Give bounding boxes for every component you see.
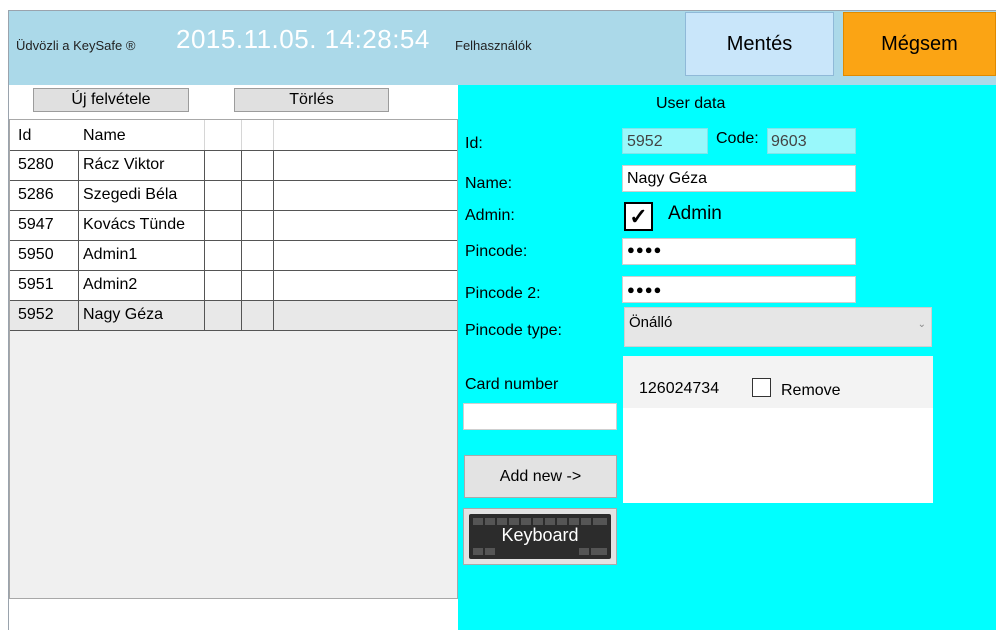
cell-name: Admin1 [83,246,138,263]
pincode-type-value: Önálló [629,314,673,331]
datetime-display: 2015.11.05. 14:28:54 [176,24,430,54]
panel-title: User data [656,95,726,112]
new-user-button[interactable]: Új felvétele [33,88,189,112]
id-label: Id: [465,135,483,152]
checkmark-icon: ✓ [629,203,648,229]
name-field[interactable]: Nagy Géza [622,165,856,192]
cell-id: 5286 [18,186,54,203]
column-divider [273,120,274,150]
table-row[interactable]: 5947 Kovács Tünde [10,210,457,241]
table-row[interactable]: 5286 Szegedi Béla [10,180,457,211]
cell-id: 5951 [18,276,54,293]
card-number-label: Card number [465,376,559,393]
card-number-value: 126024734 [639,380,720,397]
cell-id: 5950 [18,246,54,263]
column-divider [241,120,242,150]
pincode-field[interactable]: ●●●● [622,238,856,265]
cell-id: 5952 [18,306,54,323]
section-title: Felhasználók [455,38,532,53]
table-row[interactable]: 5951 Admin2 [10,270,457,301]
cell-name: Szegedi Béla [83,186,178,203]
pintype-label: Pincode type: [465,322,562,339]
column-header-id[interactable]: Id [18,127,31,145]
table-row[interactable]: 5280 Rácz Viktor [10,150,457,181]
pincode-label: Pincode: [465,243,528,260]
add-new-button[interactable]: Add new -> [464,455,617,498]
cell-name: Nagy Géza [83,306,164,323]
column-divider [204,120,205,150]
cell-id: 5280 [18,156,54,173]
cell-name: Kovács Tünde [83,216,185,233]
admin-checkbox-label[interactable]: Admin [668,203,722,225]
keyboard-label: Keyboard [501,525,579,545]
welcome-text: Üdvözli a KeySafe ® [16,38,136,53]
cell-id: 5947 [18,216,54,233]
table-row-selected[interactable]: 5952 Nagy Géza [10,300,457,331]
cell-name: Rácz Viktor [83,156,165,173]
grid-header [10,120,457,150]
pincode2-label: Pincode 2: [465,285,541,302]
delete-button[interactable]: Törlés [234,88,389,112]
admin-label: Admin: [465,207,515,224]
name-label: Name: [465,175,513,192]
pincode2-field[interactable]: ●●●● [622,276,856,303]
pincode-type-select[interactable]: Önálló ⌄ [624,307,932,347]
table-row[interactable]: 5950 Admin1 [10,240,457,271]
code-field: 9603 [767,128,856,154]
card-number-input[interactable] [463,403,617,430]
chevron-down-icon: ⌄ [917,319,926,330]
column-header-name[interactable]: Name [83,127,126,145]
remove-label[interactable]: Remove [781,382,841,400]
admin-checkbox[interactable]: ✓ [624,202,653,231]
remove-checkbox[interactable] [752,378,771,397]
cell-name: Admin2 [83,276,138,293]
cancel-button[interactable]: Mégsem [843,12,996,76]
save-button[interactable]: Mentés [685,12,834,76]
id-field: 5952 [622,128,708,154]
code-label: Code: [716,130,759,147]
